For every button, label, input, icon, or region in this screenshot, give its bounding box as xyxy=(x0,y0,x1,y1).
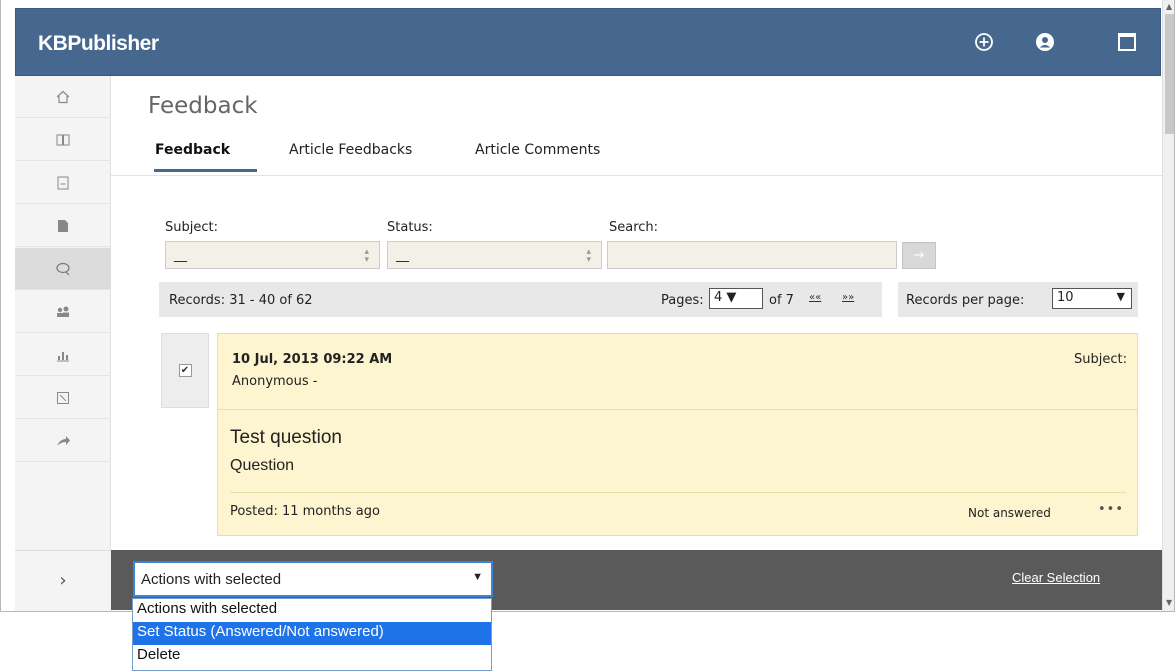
sidebar-item-feedback[interactable] xyxy=(15,248,111,290)
page-select[interactable]: 4 ▼ xyxy=(709,288,763,309)
main-content: Feedback Feedback Article Feedbacks Arti… xyxy=(111,76,1162,550)
app-window: KBPublisher › Feedback Feedback Article … xyxy=(0,0,1175,612)
status-filter-label: Status: xyxy=(387,220,433,235)
scroll-down-icon[interactable]: ▼ xyxy=(1166,598,1172,607)
feedback-title[interactable]: Test question xyxy=(230,427,342,449)
caret-down-icon: ▼ xyxy=(472,571,483,583)
chart-icon xyxy=(57,351,69,361)
records-bar: Records: 31 - 40 of 62 Pages: 4 ▼ of 7 «… xyxy=(159,282,882,317)
tab-feedback[interactable]: Feedback xyxy=(155,142,230,158)
more-actions-icon[interactable]: ••• xyxy=(1098,502,1124,517)
select-arrows-icon: ▴ ▾ xyxy=(586,247,591,265)
status-filter-select[interactable]: __ ▴ ▾ xyxy=(387,241,602,269)
card-divider xyxy=(230,492,1126,493)
status-badge: Not answered xyxy=(968,506,1051,520)
select-arrows-icon: ▴ ▾ xyxy=(364,247,369,265)
records-summary: Records: 31 - 40 of 62 xyxy=(169,293,313,308)
chevron-right-icon: › xyxy=(59,570,67,591)
feedback-card: 10 Jul, 2013 09:22 AM Anonymous - Subjec… xyxy=(217,333,1138,536)
option-delete[interactable]: Delete xyxy=(133,645,491,668)
report-icon xyxy=(57,391,69,404)
option-actions-with-selected[interactable]: Actions with selected xyxy=(133,599,491,622)
subject-filter-label: Subject: xyxy=(165,220,218,235)
arrow-right-icon: → xyxy=(913,248,925,263)
status-filter-value: __ xyxy=(396,248,409,263)
brand-logo[interactable]: KBPublisher xyxy=(38,32,159,56)
sidebar-item-book[interactable] xyxy=(15,119,111,161)
sidebar-item-home[interactable] xyxy=(15,76,111,118)
subject-filter-value: __ xyxy=(174,248,187,263)
sidebar-item-users[interactable] xyxy=(15,291,111,333)
active-tab-indicator xyxy=(154,169,257,172)
feedback-date: 10 Jul, 2013 09:22 AM xyxy=(232,352,393,367)
clear-selection-link[interactable]: Clear Selection xyxy=(1012,570,1100,585)
feedback-author: Anonymous - xyxy=(232,374,318,389)
user-circle-icon[interactable] xyxy=(1034,31,1056,53)
feedback-subject-label: Subject: xyxy=(1074,352,1127,367)
sidebar xyxy=(15,76,111,611)
tab-article-feedbacks[interactable]: Article Feedbacks xyxy=(289,142,412,158)
book-icon xyxy=(56,134,70,145)
sidebar-item-export[interactable] xyxy=(15,377,111,419)
option-set-status[interactable]: Set Status (Answered/Not answered) xyxy=(133,622,491,645)
share-icon xyxy=(56,435,70,446)
feedback-icon xyxy=(55,262,70,275)
item-select-cell: ✔ xyxy=(161,333,209,408)
add-circle-icon[interactable] xyxy=(973,31,995,53)
users-icon xyxy=(57,306,69,317)
card-divider xyxy=(218,409,1137,410)
home-icon xyxy=(56,90,70,103)
records-per-page-select[interactable]: 10 ▼ xyxy=(1052,288,1132,309)
feedback-body: Question xyxy=(230,457,295,474)
next-pages-link[interactable]: »» xyxy=(842,292,854,303)
bulk-actions-select[interactable]: Actions with selected ▼ xyxy=(133,561,493,597)
header-divider xyxy=(111,175,1162,176)
subject-filter-select[interactable]: __ ▴ ▾ xyxy=(165,241,380,269)
caret-down-icon: ▼ xyxy=(1116,290,1125,303)
tab-article-comments[interactable]: Article Comments xyxy=(475,142,600,158)
pages-total: of 7 xyxy=(769,293,794,308)
bulk-actions-dropdown: Actions with selected Set Status (Answer… xyxy=(132,598,492,671)
records-per-page-value: 10 xyxy=(1057,290,1074,305)
item-checkbox[interactable]: ✔ xyxy=(178,364,192,377)
sidebar-item-share[interactable] xyxy=(15,420,111,462)
records-per-page-label: Records per page: xyxy=(906,293,1025,308)
scroll-thumb[interactable] xyxy=(1165,14,1174,134)
sidebar-expand-button[interactable]: › xyxy=(15,550,111,610)
feedback-posted: Posted: 11 months ago xyxy=(230,504,380,519)
records-per-page-bar: Records per page: 10 ▼ xyxy=(898,282,1138,317)
vertical-scrollbar[interactable]: ▲ ▼ xyxy=(1162,0,1174,611)
search-go-button[interactable]: → xyxy=(902,242,936,269)
prev-pages-link[interactable]: «« xyxy=(809,292,821,303)
search-label: Search: xyxy=(609,220,659,235)
pages-label: Pages: xyxy=(661,293,704,308)
search-input[interactable] xyxy=(607,241,897,269)
file-pdf-icon xyxy=(58,219,68,232)
sidebar-item-reports[interactable] xyxy=(15,334,111,376)
document-icon xyxy=(57,176,69,189)
top-bar: KBPublisher xyxy=(15,8,1161,76)
window-icon[interactable] xyxy=(1116,31,1138,53)
page-title: Feedback xyxy=(148,93,258,119)
bulk-actions-value: Actions with selected xyxy=(141,571,282,588)
sidebar-item-document[interactable] xyxy=(15,162,111,204)
sidebar-item-file[interactable] xyxy=(15,205,111,247)
scroll-up-icon[interactable]: ▲ xyxy=(1166,2,1172,11)
